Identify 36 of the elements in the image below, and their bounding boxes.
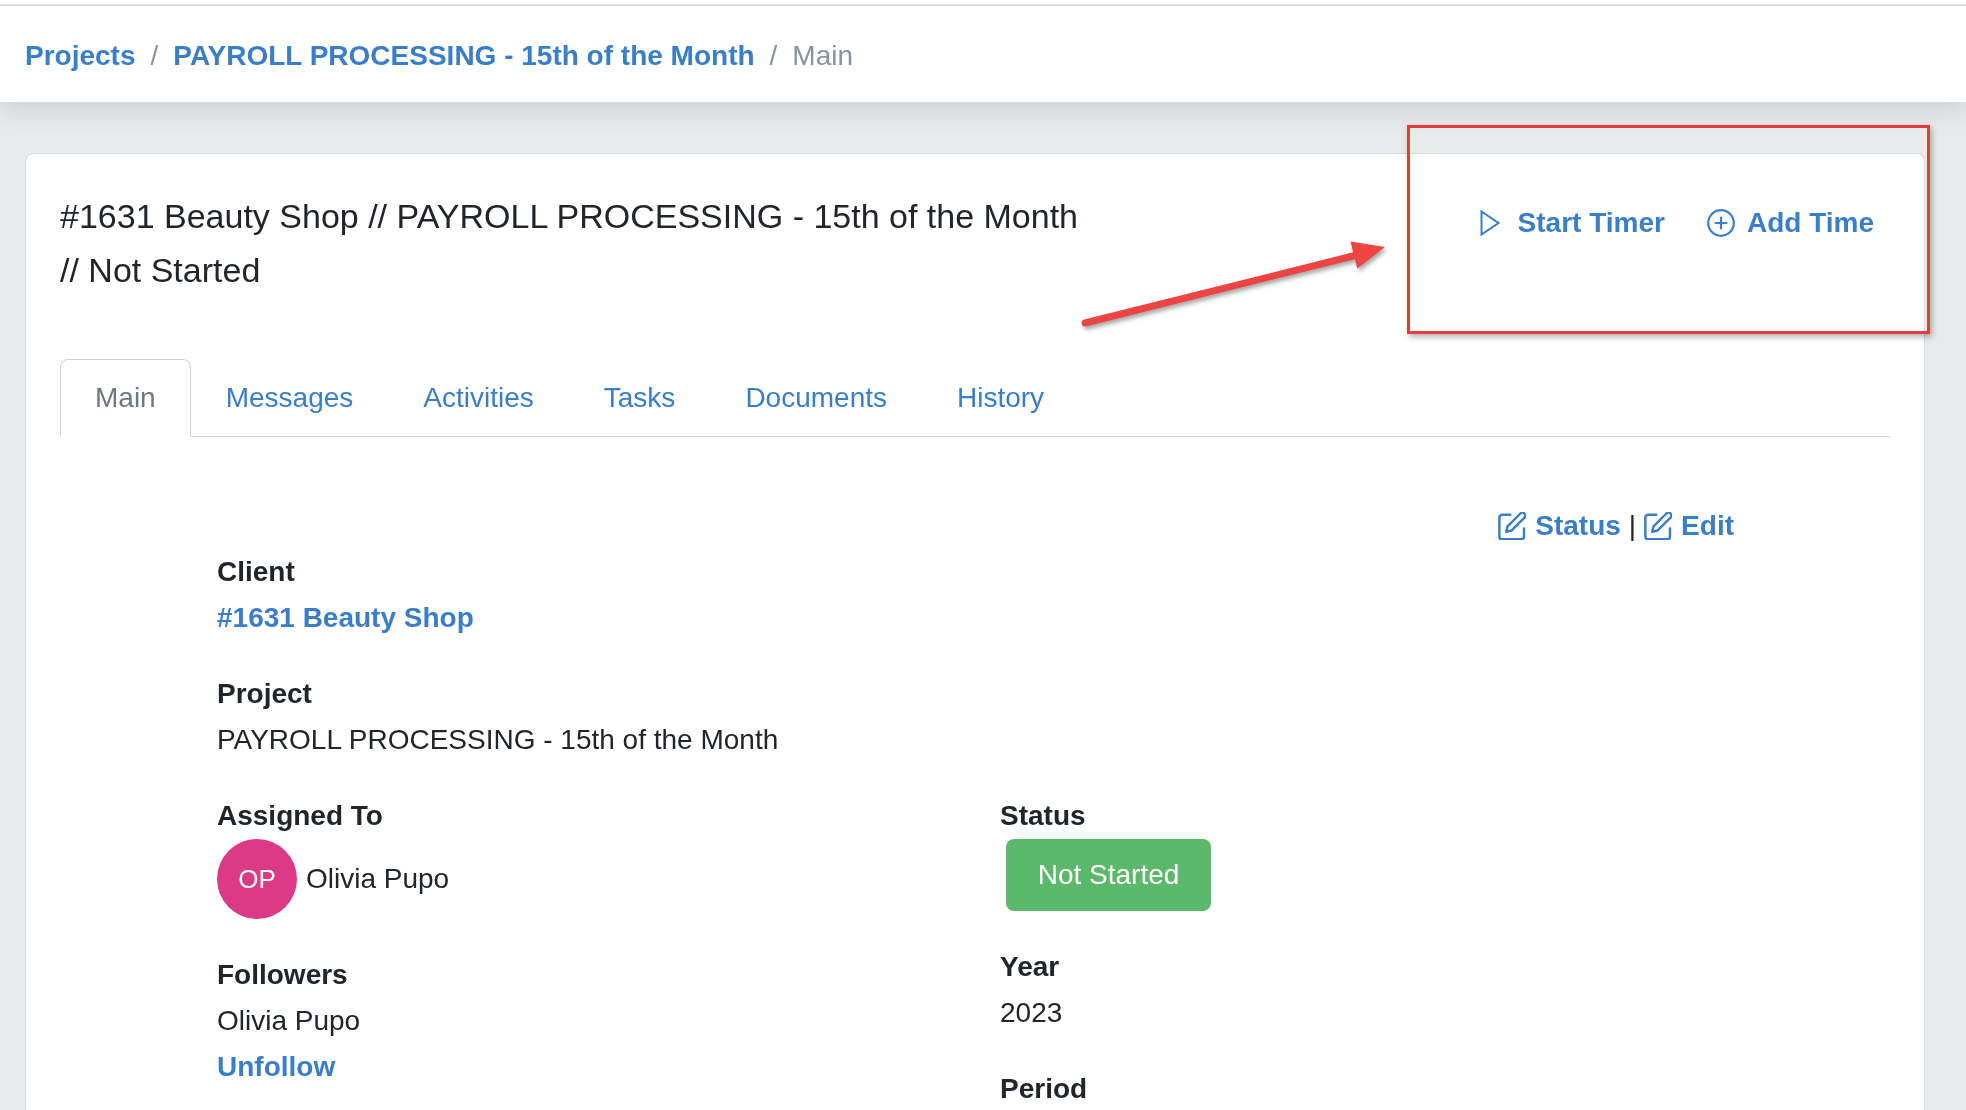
- breadcrumb-separator: /: [150, 39, 159, 73]
- add-time-button[interactable]: Add Time: [1706, 203, 1874, 243]
- breadcrumb-separator: /: [769, 39, 778, 73]
- value-link[interactable]: #1631 Beauty Shop: [217, 600, 474, 636]
- breadcrumb-link[interactable]: Projects: [25, 35, 136, 77]
- tab[interactable]: Messages: [190, 359, 389, 436]
- field-label: Project: [217, 677, 313, 711]
- breadcrumb-link[interactable]: PAYROLL PROCESSING - 15th of the Month: [173, 35, 755, 77]
- edit-icon: [1498, 512, 1527, 540]
- field-value: Olivia Pupo: [217, 1004, 362, 1038]
- tab[interactable]: Documents: [710, 359, 922, 436]
- field-value: PAYROLL PROCESSING - 15th of the Month: [217, 723, 780, 757]
- plus-circle-icon: [1706, 209, 1735, 237]
- status-badge: Not Started: [1006, 839, 1211, 911]
- field-label: Status: [1000, 799, 1087, 833]
- tab[interactable]: History: [922, 359, 1080, 436]
- status-edit-button[interactable]: Status: [1498, 505, 1621, 547]
- unfollow-link[interactable]: Unfollow: [217, 1049, 336, 1085]
- start-timer-button[interactable]: Start Timer: [1479, 203, 1665, 243]
- play-icon: [1479, 210, 1500, 236]
- field-label: Year: [1000, 950, 1061, 984]
- breadcrumb-current: Main: [792, 39, 854, 73]
- edit-button[interactable]: Edit: [1644, 505, 1734, 547]
- field-label: Assigned To: [217, 799, 384, 833]
- action-separator: |: [1627, 509, 1638, 543]
- field-label: Period: [1000, 1072, 1089, 1106]
- field-label: Client: [217, 555, 296, 589]
- field-value: 2023: [1000, 996, 1064, 1030]
- field-label: Followers: [217, 958, 349, 992]
- edit-icon: [1644, 512, 1673, 540]
- tab[interactable]: Activities: [388, 359, 569, 436]
- person-name: Olivia Pupo: [306, 862, 450, 896]
- page-title: #1631 Beauty Shop // PAYROLL PROCESSING - 15th of the Month // Not Started: [60, 196, 1080, 291]
- avatar: OP: [217, 839, 297, 919]
- tab[interactable]: Main: [60, 359, 191, 437]
- tab[interactable]: Tasks: [568, 359, 711, 436]
